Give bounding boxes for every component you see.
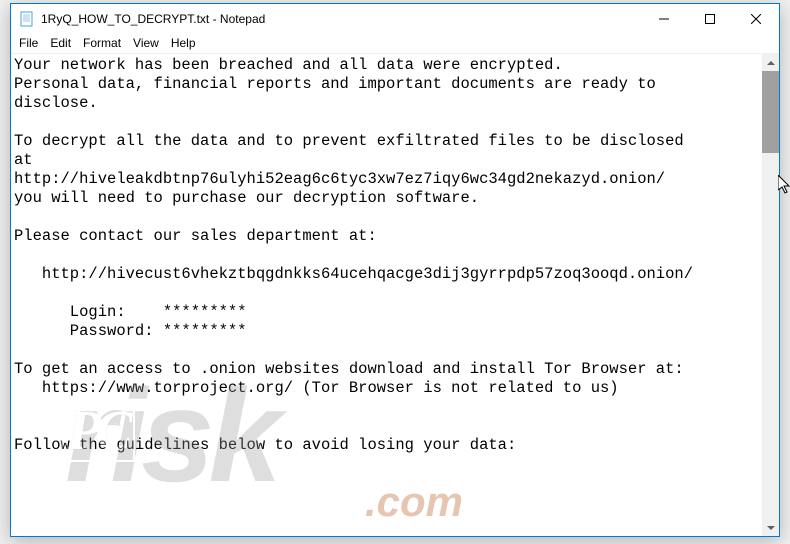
maximize-button[interactable] (687, 4, 733, 34)
menubar: File Edit Format View Help (11, 34, 779, 53)
window-controls (641, 4, 779, 34)
menu-edit[interactable]: Edit (44, 35, 77, 52)
window-title: 1RyQ_HOW_TO_DECRYPT.txt - Notepad (41, 12, 641, 26)
menu-format[interactable]: Format (77, 35, 127, 52)
notepad-window: 1RyQ_HOW_TO_DECRYPT.txt - Notepad File E… (10, 3, 780, 537)
menu-file[interactable]: File (13, 35, 44, 52)
notepad-icon (19, 11, 35, 27)
menu-help[interactable]: Help (165, 35, 202, 52)
scroll-thumb[interactable] (762, 71, 779, 153)
text-editor[interactable]: Your network has been breached and all d… (11, 54, 762, 536)
scroll-up-button[interactable] (762, 54, 779, 71)
close-button[interactable] (733, 4, 779, 34)
scroll-down-button[interactable] (762, 519, 779, 536)
vertical-scrollbar[interactable] (762, 54, 779, 536)
content-area: Your network has been breached and all d… (11, 53, 779, 536)
minimize-button[interactable] (641, 4, 687, 34)
scroll-track[interactable] (762, 71, 779, 519)
titlebar: 1RyQ_HOW_TO_DECRYPT.txt - Notepad (11, 4, 779, 34)
menu-view[interactable]: View (127, 35, 165, 52)
